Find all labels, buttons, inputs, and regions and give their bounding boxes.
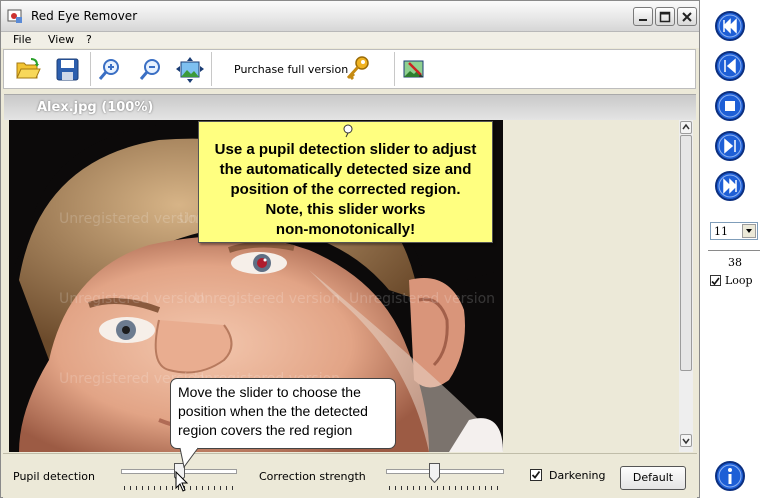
watermark: Unregistered version [194, 291, 341, 307]
darkening-label[interactable]: Darkening [549, 469, 605, 482]
document-tab-label: Alex.jpg (100%) [37, 100, 154, 115]
toolbar: Purchase full version [3, 49, 696, 89]
zoom-out-button[interactable] [135, 54, 167, 84]
zoom-in-button[interactable] [94, 54, 126, 84]
menu-file[interactable]: File [13, 33, 31, 46]
first-slide-icon [715, 11, 745, 41]
purchase-button[interactable] [343, 55, 371, 86]
watermark: Unregistered version [349, 291, 496, 307]
slide-number-select[interactable]: 11 [710, 222, 758, 240]
menu-view[interactable]: View [48, 33, 74, 46]
previous-slide-icon [715, 51, 745, 81]
next-slide-icon [715, 131, 745, 161]
slider-tip-line: Note, this slider works [265, 201, 426, 218]
app-icon [7, 9, 22, 23]
toolbar-separator [90, 52, 91, 86]
previous-slide-button[interactable] [714, 50, 746, 82]
menu-bar: File View ? [1, 32, 699, 48]
document-tab[interactable]: Alex.jpg (100%) [4, 94, 696, 120]
fit-to-window-button[interactable] [173, 54, 205, 84]
stop-button[interactable] [714, 90, 746, 122]
dropdown-button[interactable] [742, 224, 756, 238]
correction-strength-track[interactable] [386, 469, 504, 474]
next-slide-button[interactable] [714, 130, 746, 162]
close-icon [682, 12, 692, 22]
save-button[interactable] [52, 54, 84, 84]
first-slide-button[interactable] [714, 10, 746, 42]
side-divider [708, 250, 760, 251]
maximize-button[interactable] [655, 7, 675, 26]
scroll-up-button[interactable] [680, 121, 692, 134]
move-tip-line: region covers the red region [178, 422, 353, 438]
slider-tip-callout: Use a pupil detection slider to adjust t… [198, 121, 493, 243]
open-button[interactable] [12, 54, 44, 84]
menu-help[interactable]: ? [86, 33, 92, 46]
close-button[interactable] [677, 7, 697, 26]
pin-icon [343, 124, 353, 138]
checkmark-icon [711, 277, 720, 286]
correction-strength-slider[interactable] [428, 463, 440, 483]
loop-checkbox[interactable] [710, 275, 721, 286]
correction-strength-label: Correction strength [259, 470, 366, 483]
loop-label[interactable]: Loop [725, 274, 753, 287]
minimize-icon [639, 19, 647, 21]
title-bar[interactable]: Red Eye Remover [1, 1, 699, 32]
open-folder-icon [16, 58, 41, 79]
info-icon [715, 461, 745, 491]
chevron-up-icon [682, 123, 690, 130]
toolbar-separator [211, 52, 212, 86]
slider-tip-line: the automatically detected size and [219, 161, 472, 178]
purchase-label[interactable]: Purchase full version [234, 63, 348, 76]
bottom-controls: Pupil detection Correction strength Dark… [3, 453, 697, 498]
maximize-icon [659, 11, 671, 23]
info-button[interactable] [714, 460, 746, 492]
slider-tip-line: Use a pupil detection slider to adjust [214, 141, 477, 158]
edit-image-button[interactable] [398, 54, 430, 84]
save-disk-icon [56, 58, 79, 81]
chevron-down-icon [682, 438, 690, 445]
chevron-down-icon [746, 229, 752, 233]
mouse-cursor-icon [175, 471, 188, 492]
zoom-in-icon [98, 59, 119, 80]
slide-number-value: 11 [714, 225, 728, 238]
vertical-scrollbar[interactable] [679, 120, 693, 452]
default-button[interactable]: Default [620, 466, 686, 490]
stop-icon [715, 91, 745, 121]
scroll-down-button[interactable] [680, 434, 692, 447]
callout-pointer [179, 447, 199, 469]
fit-to-window-icon [176, 57, 204, 83]
slider-tip-line: position of the corrected region. [230, 181, 461, 198]
minimize-button[interactable] [633, 7, 653, 26]
watermark: Unregistered version [59, 291, 206, 307]
pupil-detection-label: Pupil detection [13, 470, 95, 483]
slide-count: 38 [728, 256, 742, 269]
last-slide-button[interactable] [714, 170, 746, 202]
move-tip-line: position when the the detected [178, 403, 368, 419]
last-slide-icon [715, 171, 745, 201]
correction-strength-ticks [389, 486, 503, 490]
move-tip-line: Move the slider to choose the [178, 384, 361, 400]
key-icon [346, 56, 369, 81]
edit-image-icon [403, 60, 424, 78]
darkening-checkbox[interactable] [530, 469, 542, 481]
checkmark-icon [531, 470, 541, 479]
toolbar-separator [394, 52, 395, 86]
window-title: Red Eye Remover [31, 9, 138, 23]
scroll-thumb[interactable] [680, 135, 692, 371]
move-tip-callout: Move the slider to choose the position w… [170, 378, 396, 449]
zoom-out-icon [139, 59, 160, 80]
slider-tip-line: non-monotonically! [275, 221, 416, 238]
